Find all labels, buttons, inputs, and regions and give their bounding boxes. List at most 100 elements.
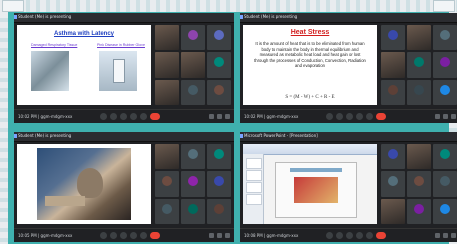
participant-tile[interactable] — [433, 25, 457, 51]
avatar — [162, 203, 172, 214]
participant-tile[interactable] — [433, 198, 457, 224]
participant-tile[interactable] — [381, 52, 405, 78]
participant-tile[interactable] — [381, 171, 405, 197]
avatar — [188, 176, 198, 187]
participant-tile[interactable] — [155, 144, 179, 170]
participant-tile[interactable] — [155, 198, 179, 224]
people-icon[interactable] — [443, 233, 448, 238]
participant-tile[interactable] — [155, 171, 179, 197]
participant-grid — [155, 25, 231, 105]
info-icon[interactable] — [435, 233, 440, 238]
people-icon[interactable] — [443, 114, 448, 119]
avatar — [188, 203, 198, 214]
participant-tile[interactable] — [181, 144, 205, 170]
people-icon[interactable] — [217, 114, 222, 119]
info-icon[interactable] — [435, 114, 440, 119]
mic-button[interactable] — [100, 232, 107, 239]
participant-tile[interactable] — [155, 52, 179, 78]
participant-tile[interactable] — [207, 25, 231, 51]
camera-button[interactable] — [336, 232, 343, 239]
info-icon[interactable] — [209, 114, 214, 119]
participant-tile[interactable] — [407, 25, 431, 51]
present-button[interactable] — [356, 113, 363, 120]
participant-tile[interactable] — [407, 144, 431, 170]
participant-tile[interactable] — [407, 79, 431, 105]
participant-tile[interactable] — [381, 198, 405, 224]
participant-tile[interactable] — [181, 25, 205, 51]
slide-photo-right — [99, 51, 137, 91]
participant-tile[interactable] — [155, 25, 179, 51]
participant-tile[interactable] — [207, 52, 231, 78]
avatar — [214, 176, 224, 187]
people-icon[interactable] — [217, 233, 222, 238]
present-button[interactable] — [130, 232, 137, 239]
captions-button[interactable] — [120, 113, 127, 120]
avatar — [440, 84, 450, 95]
participant-tile[interactable] — [181, 198, 205, 224]
slide-title: Asthma with Latency — [53, 31, 114, 37]
avatar — [414, 176, 424, 187]
more-options-button[interactable] — [140, 232, 147, 239]
meeting-controls: 10:08 PM | ggm-mdgm-xxx — [240, 228, 457, 242]
participant-tile[interactable] — [181, 171, 205, 197]
mic-button[interactable] — [326, 113, 333, 120]
end-call-button[interactable] — [150, 232, 160, 239]
end-call-button[interactable] — [150, 113, 160, 120]
participant-tile[interactable] — [207, 198, 231, 224]
chat-icon[interactable] — [451, 233, 456, 238]
avatar — [188, 30, 198, 41]
chat-icon[interactable] — [451, 114, 456, 119]
participant-tile[interactable] — [181, 52, 205, 78]
slide-thumbnail[interactable] — [246, 182, 262, 193]
slide-thumbnail[interactable] — [246, 194, 262, 205]
mic-button[interactable] — [100, 113, 107, 120]
participant-tile[interactable] — [407, 52, 431, 78]
slide-image — [294, 177, 338, 203]
camera-button[interactable] — [110, 232, 117, 239]
slide-caption-left: Damaged Respiratory Tissue — [31, 43, 78, 47]
slide-photo-left — [31, 51, 69, 91]
captions-button[interactable] — [346, 232, 353, 239]
chat-icon[interactable] — [225, 233, 230, 238]
participant-tile[interactable] — [381, 25, 405, 51]
participant-tile[interactable] — [433, 52, 457, 78]
participant-tile[interactable] — [207, 144, 231, 170]
camera-button[interactable] — [110, 113, 117, 120]
participant-tile[interactable] — [433, 144, 457, 170]
participant-tile[interactable] — [207, 79, 231, 105]
chat-icon[interactable] — [225, 114, 230, 119]
participant-tile[interactable] — [207, 171, 231, 197]
end-call-button[interactable] — [376, 113, 386, 120]
meeting-screenshot-3: Student (Me) is presenting 10:05 PM | gg… — [14, 132, 234, 242]
participant-tile[interactable] — [381, 79, 405, 105]
participant-tile[interactable] — [433, 171, 457, 197]
more-options-button[interactable] — [366, 113, 373, 120]
avatar — [214, 203, 224, 214]
participant-tile[interactable] — [433, 79, 457, 105]
mic-button[interactable] — [326, 232, 333, 239]
present-button[interactable] — [130, 113, 137, 120]
participant-tile[interactable] — [155, 79, 179, 105]
avatar — [440, 176, 450, 187]
avatar — [214, 149, 224, 160]
slide-thumbnail[interactable] — [246, 158, 262, 169]
camera-button[interactable] — [336, 113, 343, 120]
participant-tile[interactable] — [381, 144, 405, 170]
present-button[interactable] — [356, 232, 363, 239]
slide-thumbnail[interactable] — [246, 170, 262, 181]
info-icon[interactable] — [209, 233, 214, 238]
captions-button[interactable] — [346, 113, 353, 120]
participant-tile[interactable] — [407, 198, 431, 224]
end-call-button[interactable] — [376, 232, 386, 239]
slide-thumbnails — [243, 154, 264, 224]
more-options-button[interactable] — [366, 232, 373, 239]
participant-grid — [381, 25, 457, 105]
presenter-label: Student (Me) is presenting — [244, 14, 298, 19]
more-options-button[interactable] — [140, 113, 147, 120]
avatar — [440, 57, 450, 68]
captions-button[interactable] — [120, 232, 127, 239]
participant-tile[interactable] — [181, 79, 205, 105]
meeting-time: 10:02 PM | ggm-mdgm-xxx — [244, 114, 299, 119]
avatar — [388, 176, 398, 187]
participant-tile[interactable] — [407, 171, 431, 197]
